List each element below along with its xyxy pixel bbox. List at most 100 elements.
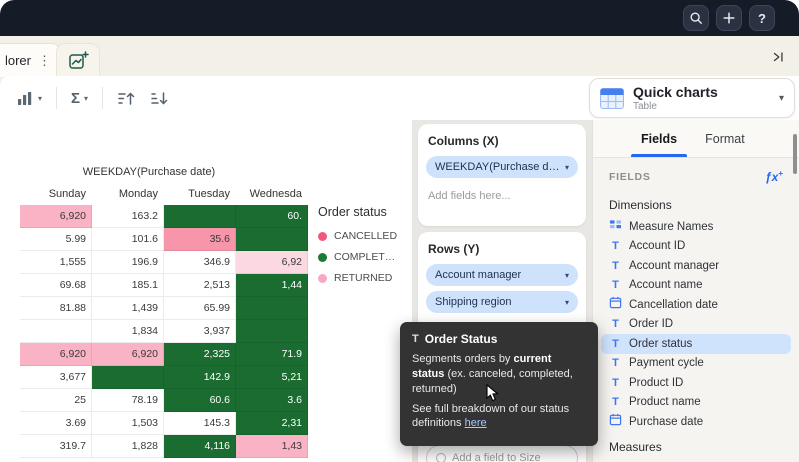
crosstab-cell[interactable]: 71.9: [236, 343, 308, 366]
crosstab-cell[interactable]: 163.2: [92, 205, 164, 228]
crosstab-cell[interactable]: [92, 366, 164, 389]
new-sheet-button[interactable]: [56, 43, 100, 77]
viz-type-button[interactable]: ▾: [10, 86, 49, 111]
crosstab-cell[interactable]: [236, 320, 308, 343]
tab-format[interactable]: Format: [705, 120, 745, 157]
crosstab-cell[interactable]: 319.7: [20, 435, 92, 458]
crosstab-cell[interactable]: 6,920: [20, 205, 92, 228]
field-item-order-id[interactable]: TOrder ID: [601, 315, 791, 335]
crosstab-cell[interactable]: 3.6: [236, 389, 308, 412]
field-item-product-name[interactable]: TProduct name: [601, 393, 791, 413]
crosstab-cell[interactable]: 145.3: [164, 412, 236, 435]
field-item-measure-names[interactable]: Measure Names: [601, 217, 791, 237]
crosstab-cell[interactable]: 3,677: [20, 366, 92, 389]
tab-format-label: Format: [705, 132, 745, 146]
crosstab-cell[interactable]: 6,920: [20, 343, 92, 366]
crosstab-cell[interactable]: [164, 205, 236, 228]
pill-account-manager[interactable]: Account manager ▾: [426, 264, 578, 286]
crosstab-cell[interactable]: 346.9: [164, 251, 236, 274]
crosstab-cell[interactable]: 5.99: [20, 228, 92, 251]
field-item-payment-cycle[interactable]: TPayment cycle: [601, 354, 791, 374]
tab-menu-icon[interactable]: ⋮: [38, 53, 51, 69]
crosstab-cell[interactable]: 1,43: [236, 435, 308, 458]
dimensions-label: Dimensions: [593, 186, 799, 217]
crosstab-cell[interactable]: 142.9: [164, 366, 236, 389]
crosstab-cell[interactable]: 1,439: [92, 297, 164, 320]
aggregation-button[interactable]: Σ ▾: [64, 85, 95, 112]
quick-charts-text: Quick charts Table: [633, 84, 718, 111]
crosstab-cell[interactable]: 5,21: [236, 366, 308, 389]
columns-shelf-card: Columns (X) WEEKDAY(Purchase date) ▾ Add…: [418, 124, 586, 226]
crosstab-cell[interactable]: 1,828: [92, 435, 164, 458]
field-item-cancellation-date[interactable]: Cancellation date: [601, 295, 791, 315]
crosstab-cell[interactable]: 101.6: [92, 228, 164, 251]
crosstab-cell[interactable]: 81.88: [20, 297, 92, 320]
size-field-input[interactable]: Add a field to Size: [426, 445, 578, 462]
legend-label: RETURNED: [334, 272, 392, 284]
crosstab-cell[interactable]: [236, 297, 308, 320]
field-item-purchase-date[interactable]: Purchase date: [601, 412, 791, 432]
crosstab-cell[interactable]: 60.: [236, 205, 308, 228]
sort-descending-button[interactable]: [143, 86, 176, 111]
crosstab-cell[interactable]: 6,92: [236, 251, 308, 274]
chevron-down-icon[interactable]: ▾: [565, 163, 569, 172]
add-fields-placeholder[interactable]: Add fields here...: [428, 190, 576, 202]
text-field-icon: T: [609, 377, 622, 389]
legend-item[interactable]: RETURNED: [318, 272, 410, 284]
field-label: Order status: [629, 338, 692, 350]
field-item-order-status[interactable]: TOrder status: [601, 334, 791, 354]
crosstab-cell[interactable]: 2,513: [164, 274, 236, 297]
tab-explorer[interactable]: lorer ⋮: [0, 43, 61, 77]
crosstab-cell[interactable]: 185.1: [92, 274, 164, 297]
column-header[interactable]: Sunday: [20, 188, 92, 204]
crosstab-cell[interactable]: 1,44: [236, 274, 308, 297]
quick-charts-header[interactable]: Quick charts Table ▾: [589, 78, 795, 118]
chevron-down-icon[interactable]: ▾: [565, 271, 569, 280]
pill-weekday-purchase-date[interactable]: WEEKDAY(Purchase date) ▾: [426, 156, 578, 178]
scrollbar-thumb[interactable]: [793, 134, 797, 174]
crosstab-cell[interactable]: 2,325: [164, 343, 236, 366]
sort-ascending-button[interactable]: [110, 86, 143, 111]
crosstab-cell[interactable]: 65.99: [164, 297, 236, 320]
tab-fields[interactable]: Fields: [641, 120, 677, 157]
field-item-account-id[interactable]: TAccount ID: [601, 237, 791, 257]
crosstab-cell[interactable]: 3,937: [164, 320, 236, 343]
crosstab-cell[interactable]: 3.69: [20, 412, 92, 435]
pill-label: Shipping region: [435, 296, 561, 308]
crosstab-cell[interactable]: 1,555: [20, 251, 92, 274]
table-chart-icon: [600, 88, 624, 109]
field-item-product-id[interactable]: TProduct ID: [601, 373, 791, 393]
crosstab-cell[interactable]: 4,116: [164, 435, 236, 458]
collapse-panel-button[interactable]: [765, 46, 791, 68]
legend-item[interactable]: COMPLET…: [318, 251, 410, 263]
legend-swatch-icon: [318, 232, 327, 241]
chevron-down-icon[interactable]: ▾: [565, 298, 569, 307]
legend-item[interactable]: CANCELLED: [318, 230, 410, 242]
crosstab-cell[interactable]: 2,31: [236, 412, 308, 435]
crosstab-cell[interactable]: 1,834: [92, 320, 164, 343]
column-header[interactable]: Wednesda: [236, 188, 308, 204]
crosstab-cell[interactable]: 78.19: [92, 389, 164, 412]
crosstab-cell[interactable]: [236, 228, 308, 251]
definitions-link[interactable]: here: [465, 417, 487, 429]
crosstab-cell[interactable]: 69.68: [20, 274, 92, 297]
crosstab-cell[interactable]: 196.9: [92, 251, 164, 274]
search-button[interactable]: [683, 5, 709, 31]
mouse-cursor: [486, 384, 499, 402]
crosstab-cell[interactable]: 25: [20, 389, 92, 412]
column-header[interactable]: Monday: [92, 188, 164, 204]
add-button[interactable]: [716, 5, 742, 31]
chevron-down-icon[interactable]: ▾: [779, 93, 784, 104]
add-calculated-field-icon[interactable]: ƒx+: [765, 169, 783, 184]
crosstab-cell[interactable]: 1,503: [92, 412, 164, 435]
field-item-account-name[interactable]: TAccount name: [601, 276, 791, 296]
chart-canvas: WEEKDAY(Purchase date) SundayMondayTuesd…: [0, 120, 412, 462]
field-item-account-manager[interactable]: TAccount manager: [601, 256, 791, 276]
crosstab-cell[interactable]: 35.6: [164, 228, 236, 251]
crosstab-cell[interactable]: [20, 320, 92, 343]
column-header[interactable]: Tuesday: [164, 188, 236, 204]
crosstab-cell[interactable]: 6,920: [92, 343, 164, 366]
help-button[interactable]: ?: [749, 5, 775, 31]
crosstab-cell[interactable]: 60.6: [164, 389, 236, 412]
pill-shipping-region[interactable]: Shipping region ▾: [426, 291, 578, 313]
